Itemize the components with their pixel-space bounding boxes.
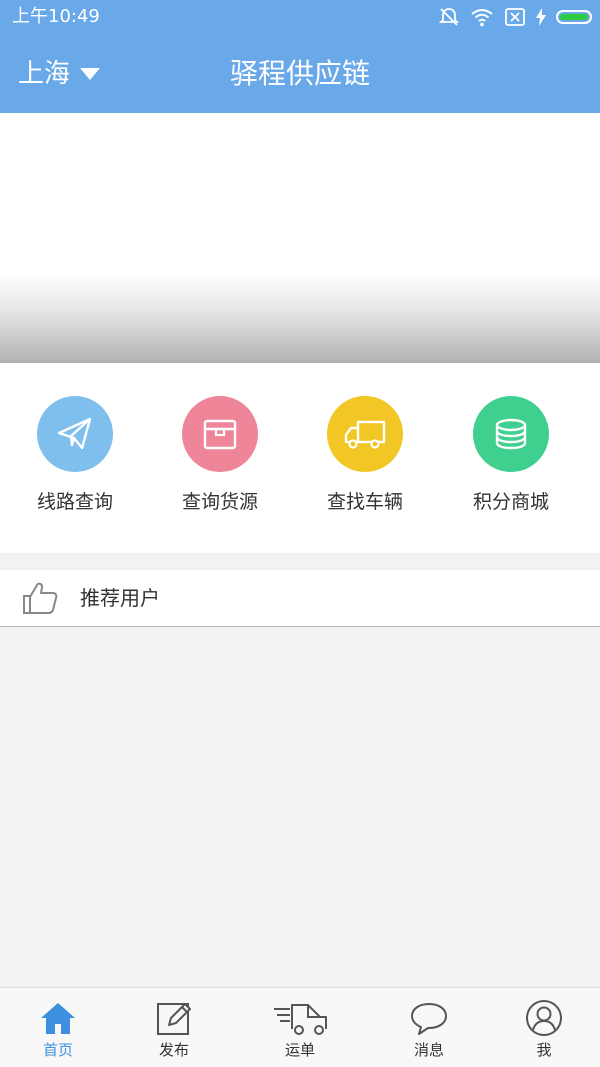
coins-stack-icon [495,418,527,450]
recommend-users-header: 推荐用户 [0,570,600,627]
tab-label: 首页 [42,1041,73,1059]
silent-alarm-icon [438,8,460,26]
bottom-tab-bar: 首页 发布 运单 消息 我 [0,987,600,1067]
box-icon [203,419,237,450]
feature-circle [327,396,403,472]
feature-label: 查找车辆 [326,491,403,513]
battery-icon [556,10,592,24]
banner-carousel[interactable] [0,113,600,363]
feature-label: 积分商城 [472,491,549,513]
tab-me[interactable]: 我 [506,988,582,1067]
paper-plane-icon [57,417,92,450]
city-selector[interactable]: 上海 [18,56,101,92]
feature-label: 查询货源 [181,491,258,513]
home-icon [41,1003,75,1034]
feature-circle [182,396,258,472]
status-time: 上午10:49 [12,6,100,27]
recommend-title: 推荐用户 [80,586,160,610]
feature-circle [37,396,113,472]
feature-label: 线路查询 [36,491,113,513]
page-title: 驿程供应链 [229,57,370,90]
tab-waybill[interactable]: 运单 [262,988,338,1067]
truck-icon [344,420,386,449]
edit-icon [157,1003,191,1035]
app-header: 上午10:49 上海 驿程供应链 [0,0,600,113]
status-bar: 上午10:49 [0,0,600,34]
thumbs-up-icon [23,582,58,614]
feature-points-mall[interactable]: 积分商城 [436,396,586,526]
chat-bubble-icon [411,1003,447,1035]
battery-level [560,14,588,20]
tab-label: 我 [536,1041,552,1059]
chevron-down-icon [80,68,101,80]
feature-find-vehicle[interactable]: 查找车辆 [290,396,440,526]
feature-route-query[interactable]: 线路查询 [0,396,150,526]
wifi-icon [471,9,493,27]
feature-circle [473,396,549,472]
tab-messages[interactable]: 消息 [391,988,467,1067]
user-icon [526,1000,562,1036]
tab-home[interactable]: 首页 [20,988,96,1067]
no-sim-icon [505,8,525,26]
delivery-truck-icon [274,1004,327,1035]
feature-cargo-query[interactable]: 查询货源 [145,396,295,526]
feature-grid: 线路查询 查询货源 查找车辆 积分商城 [0,363,600,553]
status-icons [438,5,592,29]
tab-label: 运单 [284,1041,315,1059]
city-name: 上海 [18,59,71,89]
tab-label: 发布 [158,1041,189,1059]
tab-label: 消息 [413,1041,444,1059]
tab-publish[interactable]: 发布 [136,988,212,1067]
charging-icon [536,8,546,26]
